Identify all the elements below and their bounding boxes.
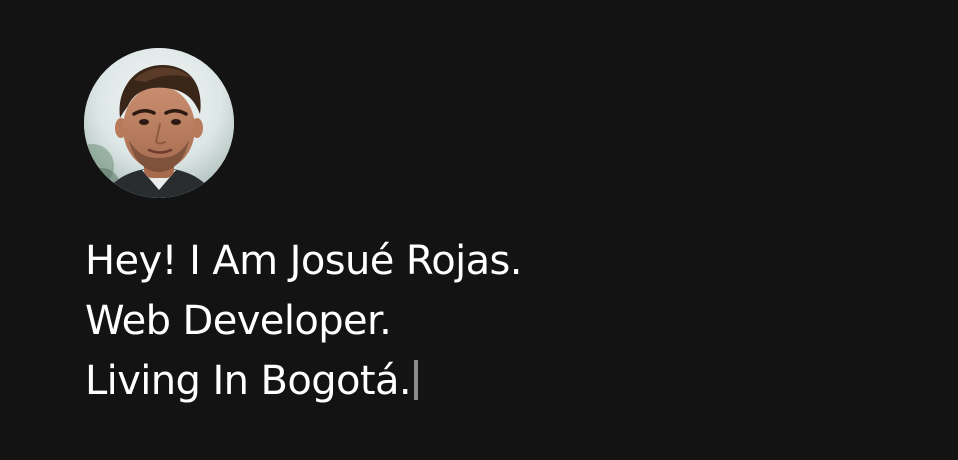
intro-line-location-wrapper: Living In Bogotá. (85, 351, 522, 411)
profile-avatar (84, 48, 234, 198)
intro-line-greeting: Hey! I Am Josué Rojas. (85, 238, 523, 284)
intro-line-location: Living In Bogotá. (85, 358, 412, 404)
portrait-photo-icon (84, 48, 234, 198)
intro-heading: Hey! I Am Josué Rojas. Web Developer. Li… (85, 231, 523, 411)
typing-cursor (414, 360, 418, 400)
intro-line-role: Web Developer. (85, 298, 392, 344)
